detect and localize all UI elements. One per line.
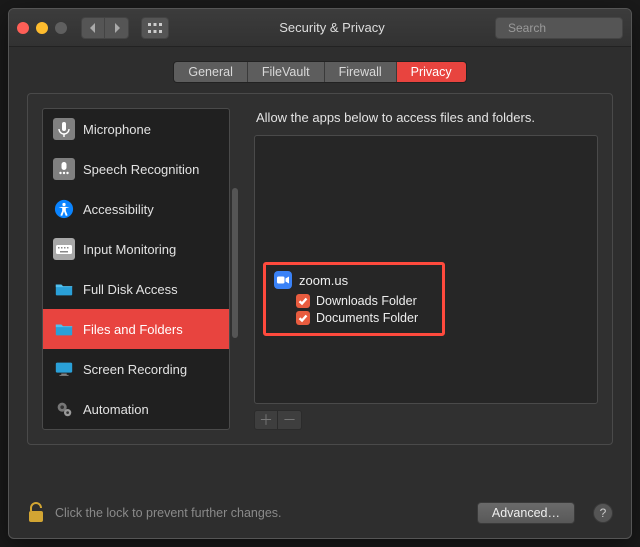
footer: Click the lock to prevent further change… xyxy=(9,492,631,538)
app-list[interactable]: zoom.us Downloads Folder Documents Folde… xyxy=(254,135,598,404)
checkbox-checked-icon[interactable] xyxy=(296,311,310,325)
tab-general[interactable]: General xyxy=(174,62,247,82)
nav-buttons xyxy=(81,17,129,39)
search-input[interactable] xyxy=(506,20,632,36)
sidebar-item-files-folders[interactable]: Files and Folders xyxy=(43,309,229,349)
sidebar-item-input-monitoring[interactable]: Input Monitoring xyxy=(43,229,229,269)
sidebar-item-screen-recording[interactable]: Screen Recording xyxy=(43,349,229,389)
checkbox-checked-icon[interactable] xyxy=(296,294,310,308)
speech-icon xyxy=(53,158,75,180)
sidebar-item-accessibility[interactable]: Accessibility xyxy=(43,189,229,229)
keyboard-icon xyxy=(53,238,75,260)
add-remove-controls: ＋ － xyxy=(254,410,598,430)
sidebar-item-speech[interactable]: Speech Recognition xyxy=(43,149,229,189)
app-entry-zoom: zoom.us Downloads Folder Documents Folde… xyxy=(263,262,445,336)
preferences-window: Security & Privacy General FileVault Fir… xyxy=(8,8,632,539)
detail-pane: Allow the apps below to access files and… xyxy=(254,108,598,430)
remove-button[interactable]: － xyxy=(278,410,302,430)
zoom-window-button[interactable] xyxy=(55,22,67,34)
accessibility-icon xyxy=(53,198,75,220)
app-title-row: zoom.us xyxy=(274,271,434,289)
help-button[interactable]: ? xyxy=(593,503,613,523)
folder-icon xyxy=(53,318,75,340)
permission-row[interactable]: Documents Folder xyxy=(296,311,434,325)
sidebar-item-label: Accessibility xyxy=(83,202,154,217)
gear-icon xyxy=(53,398,75,420)
sidebar-item-label: Input Monitoring xyxy=(83,242,176,257)
sidebar-item-label: Full Disk Access xyxy=(83,282,178,297)
show-all-button[interactable] xyxy=(141,17,169,39)
window-controls xyxy=(17,22,67,34)
sidebar-item-label: Automation xyxy=(83,402,149,417)
privacy-container: Microphone Speech Recognition Accessibil… xyxy=(27,93,613,445)
sidebar-wrapper: Microphone Speech Recognition Accessibil… xyxy=(42,108,238,430)
microphone-icon xyxy=(53,118,75,140)
app-name: zoom.us xyxy=(299,273,348,288)
window-title: Security & Privacy xyxy=(177,20,487,35)
sidebar-item-automation[interactable]: Automation xyxy=(43,389,229,429)
sidebar-item-label: Speech Recognition xyxy=(83,162,199,177)
sidebar-scrollbar[interactable] xyxy=(232,188,238,338)
sidebar-item-label: Screen Recording xyxy=(83,362,187,377)
back-button[interactable] xyxy=(81,17,105,39)
display-icon xyxy=(53,358,75,380)
add-button[interactable]: ＋ xyxy=(254,410,278,430)
lock-hint-text: Click the lock to prevent further change… xyxy=(55,506,467,520)
main-content: Microphone Speech Recognition Accessibil… xyxy=(9,93,631,492)
tabs-row: General FileVault Firewall Privacy xyxy=(9,47,631,93)
tab-privacy[interactable]: Privacy xyxy=(397,62,466,82)
titlebar: Security & Privacy xyxy=(9,9,631,47)
permission-label: Downloads Folder xyxy=(316,294,417,308)
lock-icon[interactable] xyxy=(27,502,45,524)
permission-label: Documents Folder xyxy=(316,311,418,325)
folder-icon xyxy=(53,278,75,300)
tabs: General FileVault Firewall Privacy xyxy=(173,61,466,83)
sidebar-item-label: Microphone xyxy=(83,122,151,137)
advanced-button[interactable]: Advanced… xyxy=(477,502,575,524)
minimize-window-button[interactable] xyxy=(36,22,48,34)
permission-row[interactable]: Downloads Folder xyxy=(296,294,434,308)
sidebar-item-microphone[interactable]: Microphone xyxy=(43,109,229,149)
privacy-sidebar[interactable]: Microphone Speech Recognition Accessibil… xyxy=(42,108,230,430)
close-window-button[interactable] xyxy=(17,22,29,34)
tab-filevault[interactable]: FileVault xyxy=(248,62,325,82)
sidebar-item-label: Files and Folders xyxy=(83,322,183,337)
search-field[interactable] xyxy=(495,17,623,39)
detail-heading: Allow the apps below to access files and… xyxy=(256,110,598,125)
zoom-app-icon xyxy=(274,271,292,289)
sidebar-item-advertising[interactable]: Advertising xyxy=(43,429,229,430)
tab-firewall[interactable]: Firewall xyxy=(325,62,397,82)
forward-button[interactable] xyxy=(105,17,129,39)
sidebar-item-full-disk[interactable]: Full Disk Access xyxy=(43,269,229,309)
